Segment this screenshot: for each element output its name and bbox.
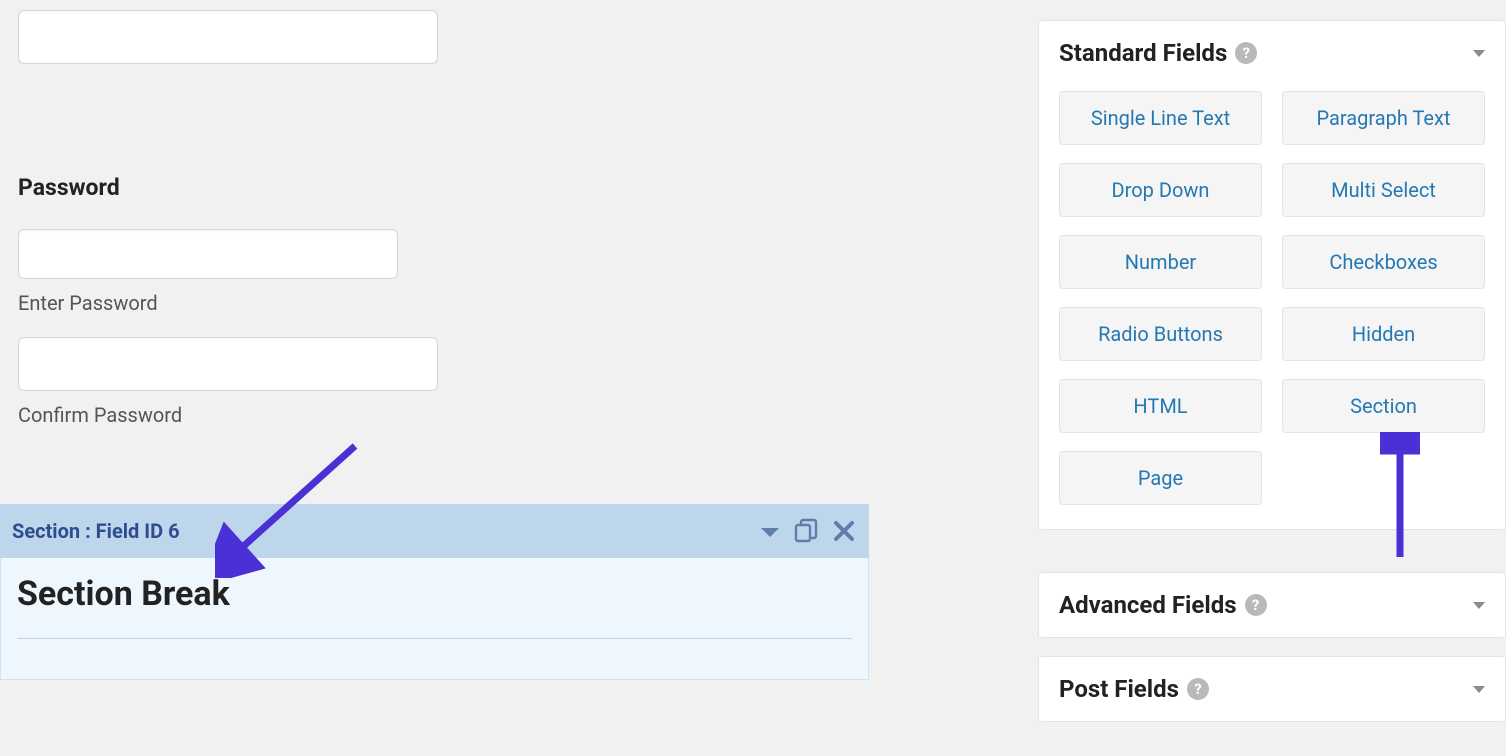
- section-divider: [17, 638, 852, 639]
- help-icon[interactable]: ?: [1187, 678, 1209, 700]
- delete-icon[interactable]: [833, 520, 855, 542]
- confirm-password-input[interactable]: [18, 337, 438, 391]
- advanced-fields-header[interactable]: Advanced Fields ?: [1039, 573, 1505, 637]
- chevron-down-icon[interactable]: [1473, 686, 1485, 693]
- field-btn-drop-down[interactable]: Drop Down: [1059, 163, 1262, 217]
- chevron-down-icon[interactable]: [1473, 50, 1485, 57]
- field-btn-page[interactable]: Page: [1059, 451, 1262, 505]
- help-icon[interactable]: ?: [1245, 594, 1267, 616]
- text-field-input[interactable]: [18, 10, 438, 64]
- standard-fields-panel: Standard Fields ? Single Line Text Paragr…: [1038, 20, 1506, 530]
- password-label: Password: [18, 174, 868, 201]
- standard-fields-grid: Single Line Text Paragraph Text Drop Down M…: [1039, 85, 1505, 529]
- enter-password-label: Enter Password: [18, 291, 868, 315]
- chevron-down-icon[interactable]: [1473, 602, 1485, 609]
- field-btn-radio-buttons[interactable]: Radio Buttons: [1059, 307, 1262, 361]
- field-btn-hidden[interactable]: Hidden: [1282, 307, 1485, 361]
- standard-fields-title: Standard Fields: [1059, 39, 1227, 67]
- help-icon[interactable]: ?: [1235, 42, 1257, 64]
- field-btn-number[interactable]: Number: [1059, 235, 1262, 289]
- standard-fields-header[interactable]: Standard Fields ?: [1039, 21, 1505, 85]
- section-field-header[interactable]: Section : Field ID 6: [0, 504, 869, 558]
- field-btn-multi-select[interactable]: Multi Select: [1282, 163, 1485, 217]
- field-btn-checkboxes[interactable]: Checkboxes: [1282, 235, 1485, 289]
- section-field-body: Section Break: [0, 558, 869, 680]
- field-btn-section[interactable]: Section: [1282, 379, 1485, 433]
- field-btn-paragraph-text[interactable]: Paragraph Text: [1282, 91, 1485, 145]
- section-break-title: Section Break: [17, 574, 852, 614]
- field-btn-single-line-text[interactable]: Single Line Text: [1059, 91, 1262, 145]
- section-field[interactable]: Section : Field ID 6 Section: [0, 504, 869, 680]
- post-fields-header[interactable]: Post Fields ?: [1039, 657, 1505, 721]
- advanced-fields-panel: Advanced Fields ?: [1038, 572, 1506, 638]
- enter-password-input[interactable]: [18, 229, 398, 279]
- section-field-id: Section : Field ID 6: [12, 519, 180, 543]
- duplicate-icon[interactable]: [793, 518, 819, 544]
- field-btn-html[interactable]: HTML: [1059, 379, 1262, 433]
- advanced-fields-title: Advanced Fields: [1059, 591, 1237, 619]
- form-editor: Password Enter Password Confirm Password: [18, 0, 868, 427]
- post-fields-panel: Post Fields ?: [1038, 656, 1506, 722]
- collapse-icon[interactable]: [761, 525, 779, 537]
- confirm-password-label: Confirm Password: [18, 403, 868, 427]
- post-fields-title: Post Fields: [1059, 675, 1179, 703]
